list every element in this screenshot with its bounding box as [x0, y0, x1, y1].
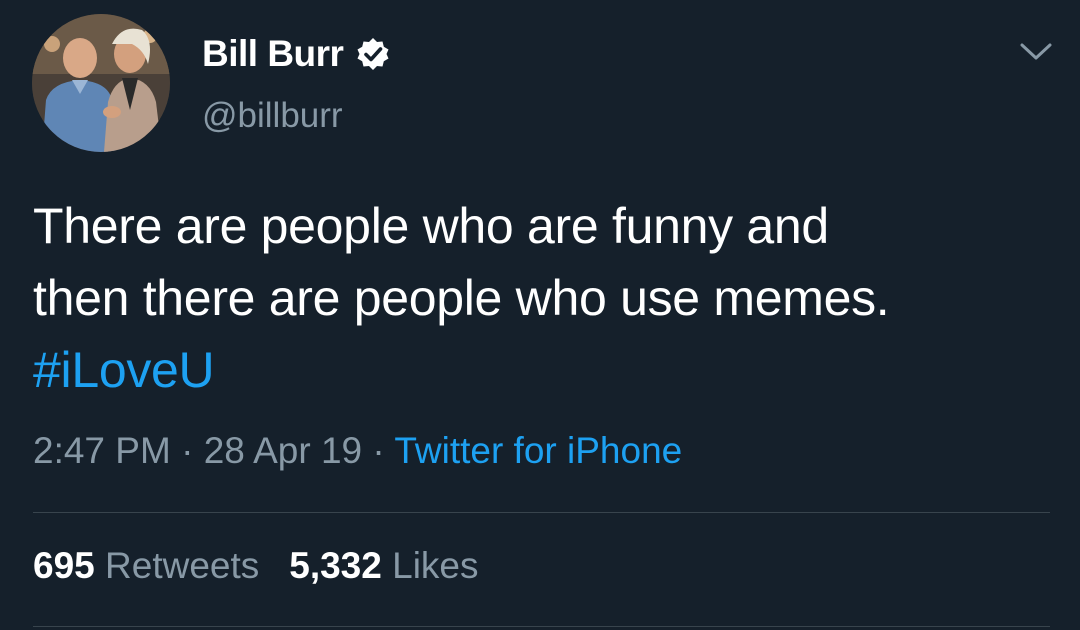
tweet-meta: 2:47 PM · 28 Apr 19 · Twitter for iPhone [33, 430, 682, 472]
author-name-row[interactable]: Bill Burr [202, 30, 391, 78]
hashtag-link[interactable]: #iLoveU [33, 334, 1063, 406]
tweet-date[interactable]: 28 Apr 19 [204, 430, 362, 471]
tweet-text-line: There are people who are funny and [33, 198, 829, 254]
display-name[interactable]: Bill Burr [202, 33, 344, 75]
tweet-text: There are people who are funny and then … [33, 190, 1063, 406]
retweets-label: Retweets [105, 545, 260, 586]
likes-count: 5,332 [289, 545, 382, 586]
tweet-source-link[interactable]: Twitter for iPhone [394, 430, 682, 471]
avatar[interactable] [32, 14, 170, 152]
tweet-stats: 695 Retweets 5,332 Likes [33, 545, 479, 587]
likes-stat[interactable]: 5,332 Likes [289, 545, 478, 586]
likes-label: Likes [392, 545, 479, 586]
tweet-time[interactable]: 2:47 PM [33, 430, 171, 471]
tweet-text-line: then there are people who use memes. [33, 270, 890, 326]
meta-separator: · [170, 430, 204, 471]
divider [33, 512, 1050, 513]
retweets-count: 695 [33, 545, 95, 586]
avatar-image [32, 14, 170, 152]
verified-badge-icon [355, 36, 391, 72]
author-handle[interactable]: @billburr [202, 96, 343, 136]
divider [33, 626, 1050, 627]
meta-separator: · [362, 430, 395, 471]
chevron-down-icon[interactable] [1016, 36, 1056, 66]
retweets-stat[interactable]: 695 Retweets [33, 545, 259, 586]
